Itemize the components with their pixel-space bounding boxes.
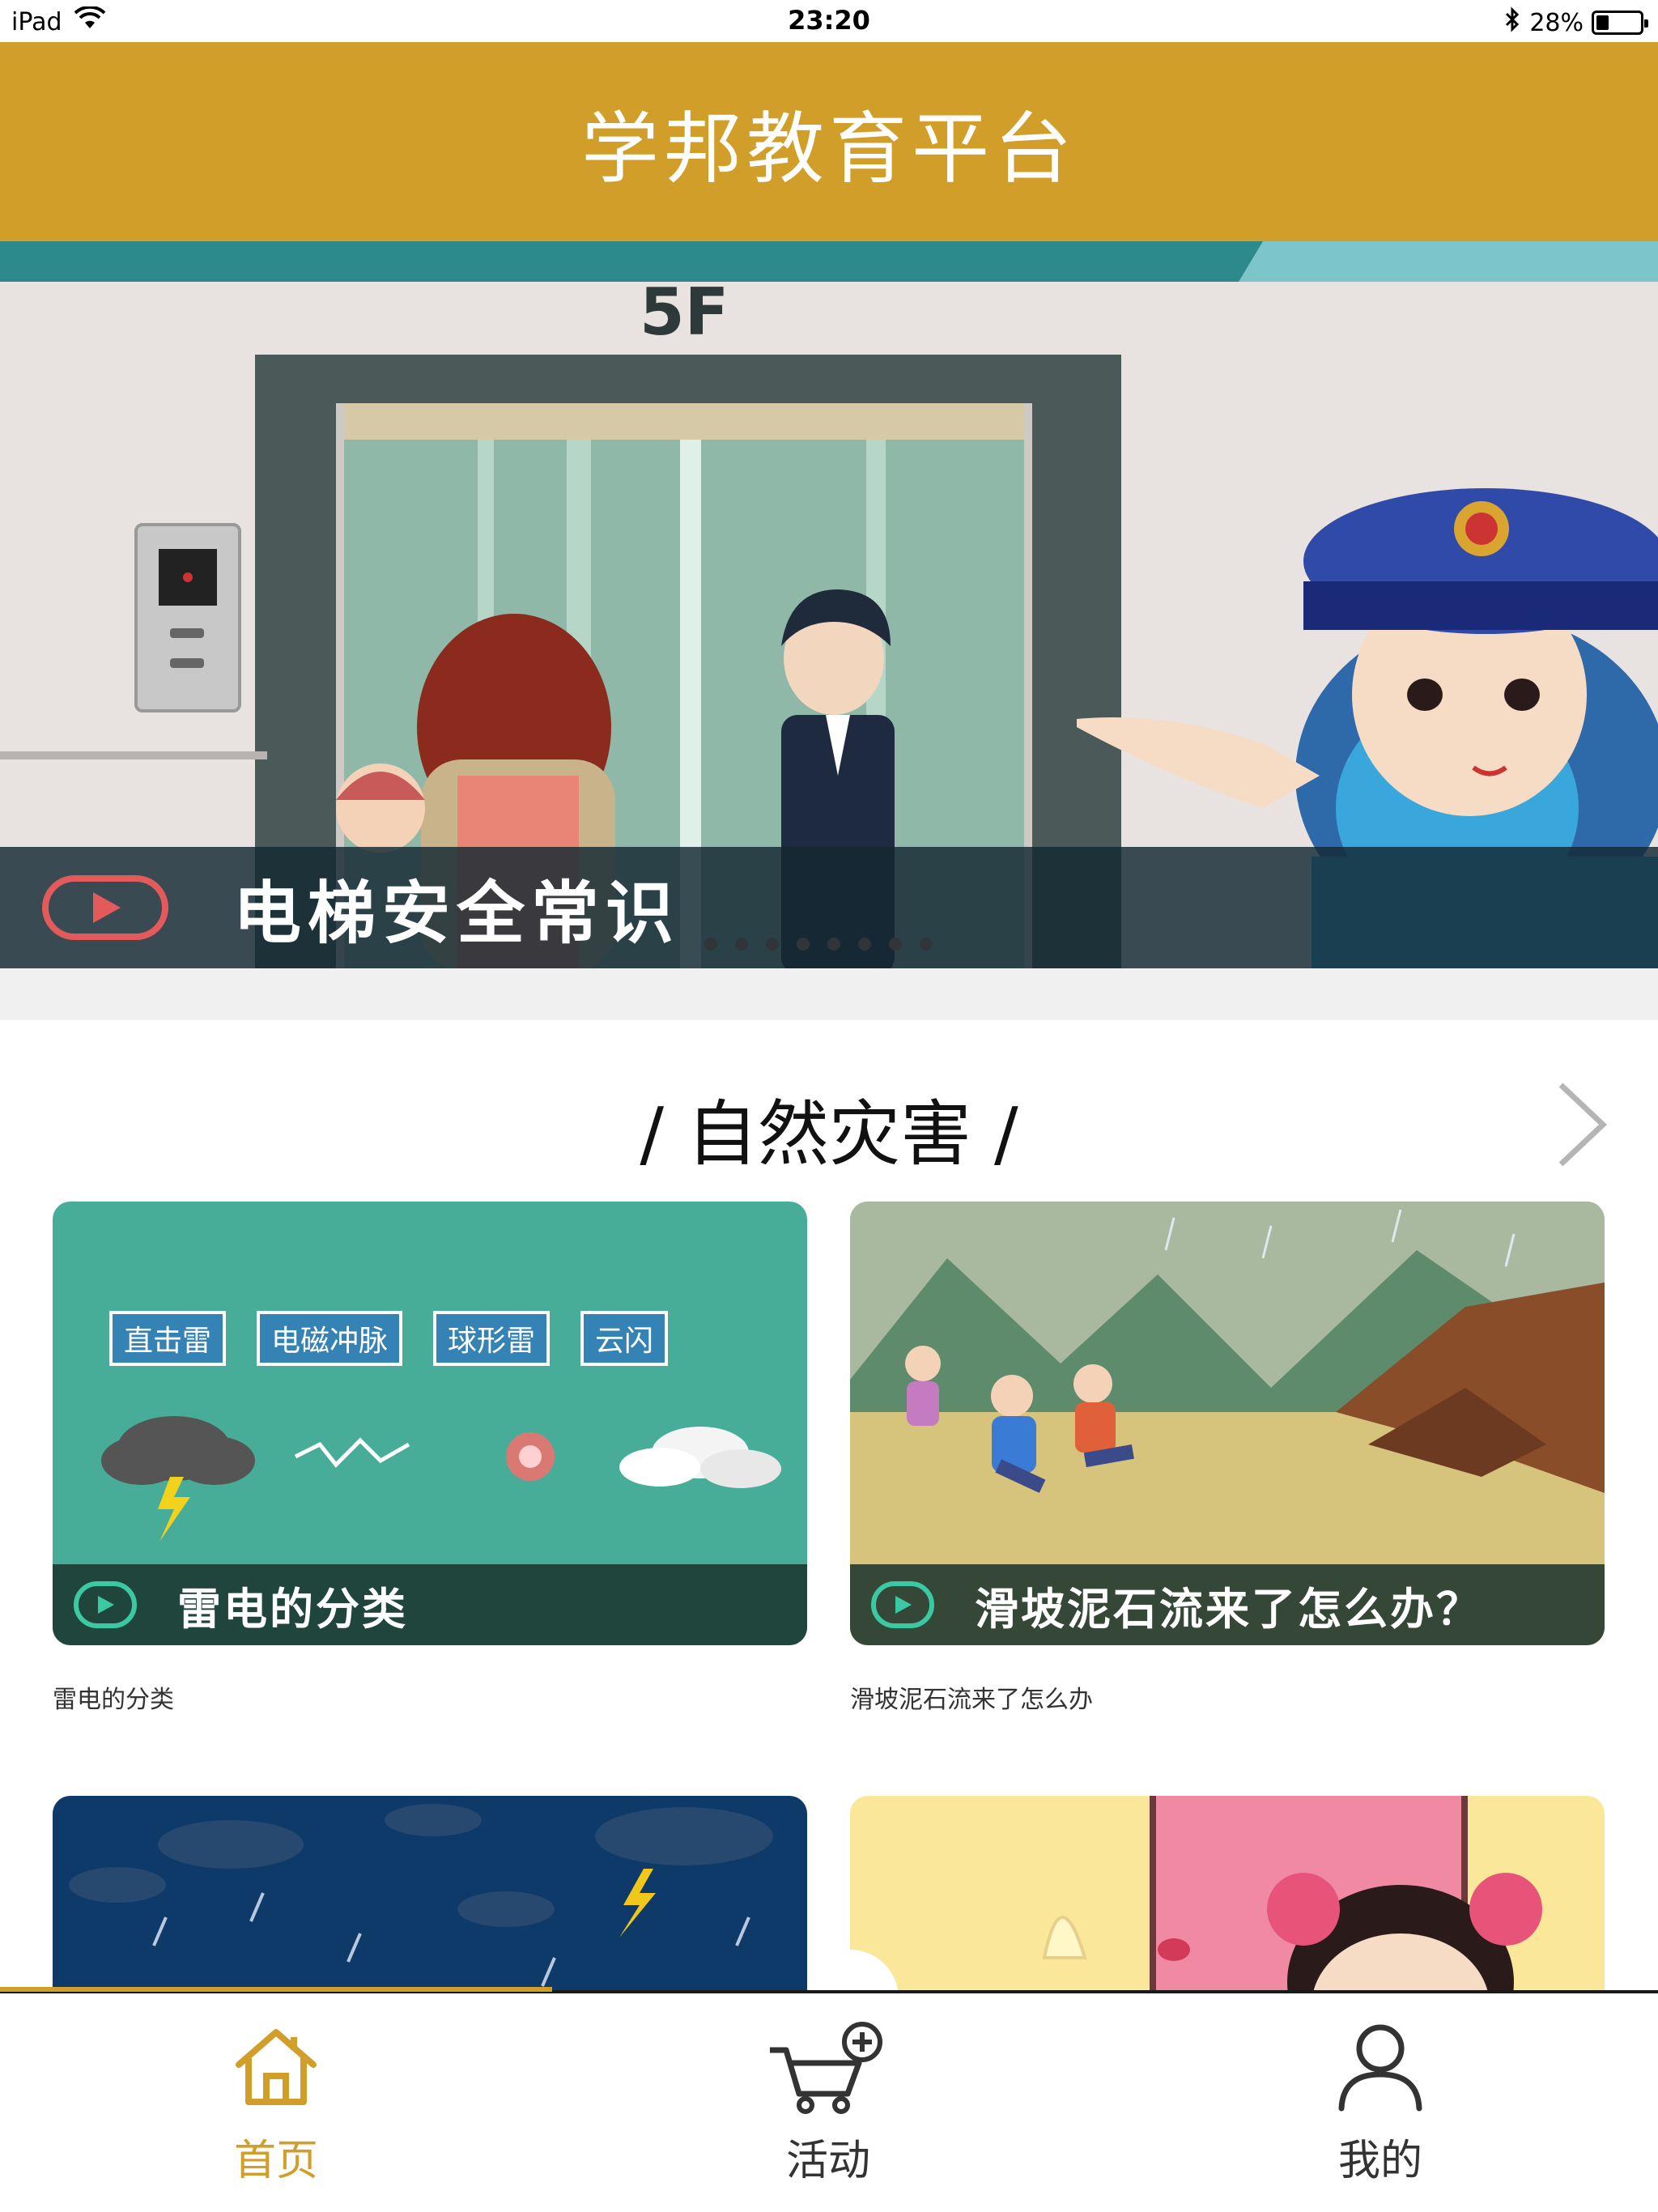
tag-direct-strike: 直击雷 [109,1311,227,1366]
carousel-dot[interactable] [827,938,840,951]
floor-sign: 5F [640,274,729,350]
app-header: 学邦教育平台 [0,42,1658,241]
tab-label: 我的 [1337,2137,1422,2185]
play-icon[interactable] [42,875,168,940]
tab-bar: 首页 活动 我的 [0,1987,1658,2212]
bluetooth-icon [1503,6,1521,39]
tab-home[interactable]: 首页 [0,2010,552,2204]
carousel-dot[interactable] [704,938,717,951]
carousel-dot[interactable] [889,938,902,951]
tab-activity[interactable]: 活动 [552,2010,1104,2204]
carousel-dot[interactable] [858,938,871,951]
video-card-landslide[interactable]: 滑坡泥石流来了怎么办？ 滑坡泥石流来了怎么办 [850,1202,1605,1715]
active-tab-indicator [0,1987,552,1992]
tag-row: 直击雷 电磁冲脉 球形雷 云闪 [109,1311,669,1366]
banner-carousel[interactable]: 5F 电梯安全常识 [0,241,1658,968]
battery-percent: 28% [1529,8,1584,37]
card-caption: 雷电的分类 [53,1564,807,1645]
user-icon [1338,2024,1422,2112]
tag-cloud-flash: 云闪 [580,1311,669,1366]
tag-ball-lightning: 球形雷 [433,1311,551,1366]
banner-title: 电梯安全常识 [233,873,681,953]
cart-plus-icon [770,2022,882,2114]
clock: 23:20 [788,5,870,36]
lightning-illustration [101,1416,781,1542]
carousel-dots[interactable] [704,938,933,951]
section-title: / 自然灾害 / [640,1092,1018,1176]
card-thumb-title: 滑坡泥石流来了怎么办？ [975,1583,1482,1635]
carousel-dot[interactable] [735,938,748,951]
video-card-lightning[interactable]: 直击雷 电磁冲脉 球形雷 云闪 雷电的分类 雷电的分类 [53,1202,807,1715]
home-icon [236,2029,317,2105]
card-label[interactable]: 雷电的分类 [53,1679,807,1715]
card-label[interactable]: 滑坡泥石流来了怎么办 [850,1679,1605,1715]
section-header: / 自然灾害 / [0,1053,1658,1198]
status-bar: iPad 23:20 28% [0,0,1658,42]
card-thumbnail[interactable]: 滑坡泥石流来了怎么办？ [850,1202,1605,1645]
card-thumb-title: 雷电的分类 [177,1583,408,1635]
battery-icon [1592,11,1648,35]
play-icon[interactable] [871,1581,934,1628]
tab-label: 首页 [233,2137,318,2185]
app-title: 学邦教育平台 [581,103,1077,194]
chevron-right-icon[interactable] [1553,1080,1609,1169]
carousel-dot[interactable] [766,938,779,951]
section-divider [0,968,1658,1020]
card-thumbnail[interactable]: 直击雷 电磁冲脉 球形雷 云闪 雷电的分类 [53,1202,807,1645]
tab-profile[interactable]: 我的 [1104,2010,1656,2204]
carousel-dot[interactable] [797,938,810,951]
carousel-dot[interactable] [920,938,933,951]
card-caption: 滑坡泥石流来了怎么办？ [850,1564,1605,1645]
battery-fill [1596,15,1609,30]
tag-emp: 电磁冲脉 [257,1311,403,1366]
play-icon[interactable] [74,1581,137,1628]
tab-label: 活动 [785,2137,870,2185]
